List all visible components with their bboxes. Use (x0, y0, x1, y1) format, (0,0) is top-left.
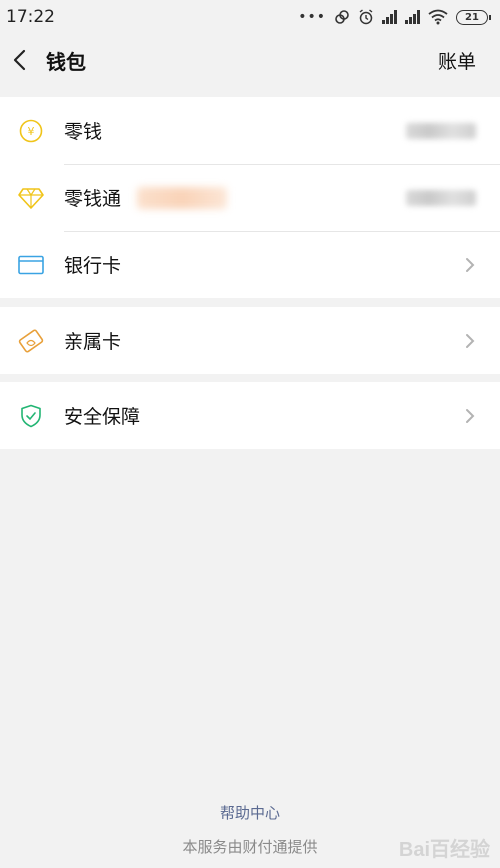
title-left: 钱包 (12, 46, 86, 75)
signal-icon (382, 10, 397, 24)
list-item-label: 银行卡 (64, 255, 122, 277)
list-item-security[interactable]: 安全保障 (0, 382, 500, 449)
chevron-right-icon (466, 408, 475, 423)
status-bar: 17:22 ••• 21 (0, 0, 500, 34)
wifi-icon (428, 9, 448, 25)
chevron-right-icon (466, 257, 475, 272)
family-card-icon (18, 328, 44, 354)
diamond-icon (18, 185, 44, 211)
chevron-right-icon (466, 333, 475, 348)
family-card-group: 亲属卡 (0, 307, 500, 374)
bank-card-icon (18, 252, 44, 278)
list-item-bank-card[interactable]: 银行卡 (0, 231, 500, 298)
balance-value-hidden (406, 122, 476, 139)
signal-icon-2 (405, 10, 420, 24)
bill-button[interactable]: 账单 (438, 47, 476, 74)
link-icon (335, 10, 349, 24)
wallet-main-group: ¥ 零钱 零钱通 银行卡 (0, 97, 500, 298)
status-icons: ••• 21 (298, 9, 491, 25)
page-title: 钱包 (46, 49, 86, 74)
list-item-label: 零钱 (64, 121, 103, 143)
list-item-family-card[interactable]: 亲属卡 (0, 307, 500, 374)
back-icon[interactable] (12, 48, 32, 72)
security-group: 安全保障 (0, 382, 500, 449)
yuan-coin-icon: ¥ (18, 118, 44, 144)
battery-icon: 21 (456, 9, 491, 25)
list-item-change[interactable]: ¥ 零钱 (0, 97, 500, 164)
list-item-label: 零钱通 (64, 188, 122, 210)
shield-check-icon (18, 403, 44, 429)
list-item-label: 安全保障 (64, 406, 141, 428)
list-item-label: 亲属卡 (64, 331, 122, 353)
promo-tag-hidden (137, 186, 228, 209)
help-center-link[interactable]: 帮助中心 (0, 802, 500, 823)
alarm-icon (359, 9, 373, 25)
title-bar: 钱包 账单 (0, 34, 500, 86)
list-item-lingqiantong[interactable]: 零钱通 (0, 164, 500, 231)
watermark: Bai百经验 (398, 839, 490, 861)
status-time: 17:22 (6, 7, 55, 27)
balance-value-hidden (406, 189, 476, 206)
svg-text:¥: ¥ (28, 125, 35, 138)
more-dots-icon: ••• (298, 9, 326, 25)
